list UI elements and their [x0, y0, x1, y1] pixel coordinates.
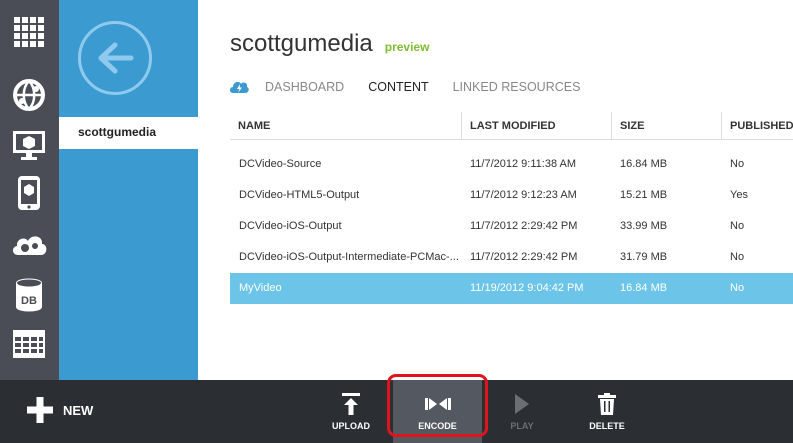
cell-last-modified: 11/7/2012 9:11:38 AM — [470, 158, 577, 170]
cell-published: No — [730, 158, 745, 170]
cell-last-modified: 11/7/2012 2:29:42 PM — [470, 251, 578, 263]
encode-button-label: ENCODE — [418, 421, 457, 431]
column-header-published[interactable]: PUBLISHED — [721, 112, 793, 139]
page-title: scottgumedia — [230, 30, 373, 57]
preview-badge: preview — [384, 40, 430, 54]
content-table: NAME LAST MODIFIED SIZE PUBLISHED DCVide… — [230, 112, 793, 304]
websites-globe-icon[interactable] — [10, 76, 48, 114]
arrow-left-icon — [98, 42, 134, 74]
sql-databases-icon[interactable]: DB — [10, 276, 48, 314]
cell-name: DCVideo-iOS-Output — [239, 220, 342, 232]
play-button-label: PLAY — [510, 421, 534, 431]
upload-arrow-icon — [342, 393, 360, 415]
nav-item-selected[interactable]: scottgumedia — [59, 117, 198, 149]
cell-published: No — [730, 251, 745, 263]
quickstart-cloud-icon[interactable] — [229, 79, 249, 95]
tab-bar: DASHBOARD CONTENT LINKED RESOURCES — [229, 77, 604, 97]
cell-published: No — [730, 220, 745, 232]
play-icon — [515, 394, 529, 414]
command-bar: NEW UPLOAD ENCODE PLAY DELETE — [0, 380, 793, 443]
table-row[interactable]: DCVideo-HTML5-Output 11/7/2012 9:12:23 A… — [230, 180, 793, 211]
table-row-selected[interactable]: MyVideo 11/19/2012 9:04:42 PM 16.84 MB N… — [230, 273, 793, 304]
cloud-services-gears-icon[interactable] — [10, 224, 48, 262]
all-items-grid-icon[interactable] — [10, 13, 48, 51]
db-label: DB — [21, 295, 37, 307]
storage-table-icon[interactable] — [10, 325, 48, 363]
cell-name: DCVideo-iOS-Output-Intermediate-PCMac-..… — [239, 251, 459, 263]
tab-linked-resources[interactable]: LINKED RESOURCES — [453, 80, 581, 94]
main-content: scottgumedia preview DASHBOARD CONTENT L… — [198, 0, 793, 380]
plus-icon — [27, 397, 53, 423]
tab-content[interactable]: CONTENT — [368, 80, 428, 94]
cell-name: DCVideo-HTML5-Output — [239, 189, 360, 201]
delete-button[interactable]: DELETE — [586, 380, 628, 443]
virtual-machines-monitor-icon[interactable] — [10, 126, 48, 164]
column-header-name[interactable]: NAME — [230, 112, 461, 139]
cell-last-modified: 11/7/2012 2:29:42 PM — [470, 220, 578, 232]
upload-button-label: UPLOAD — [332, 421, 370, 431]
left-icon-rail: DB — [0, 0, 59, 380]
tab-dashboard[interactable]: DASHBOARD — [265, 80, 344, 94]
upload-button[interactable]: UPLOAD — [326, 380, 376, 443]
cell-size: 16.84 MB — [620, 282, 668, 294]
cell-published: Yes — [730, 189, 748, 201]
cell-size: 15.21 MB — [620, 189, 668, 201]
table-row[interactable]: DCVideo-Source 11/7/2012 9:11:38 AM 16.8… — [230, 149, 793, 180]
cell-name: MyVideo — [239, 282, 282, 294]
cell-size: 16.84 MB — [620, 158, 668, 170]
navigation-panel: scottgumedia — [59, 0, 198, 380]
cell-last-modified: 11/7/2012 9:12:23 AM — [470, 189, 577, 201]
table-row[interactable]: DCVideo-iOS-Output 11/7/2012 2:29:42 PM … — [230, 211, 793, 242]
encode-icon — [424, 398, 451, 410]
table-row[interactable]: DCVideo-iOS-Output-Intermediate-PCMac-..… — [230, 242, 793, 273]
cell-name: DCVideo-Source — [239, 158, 322, 170]
cell-published: No — [730, 282, 745, 294]
back-button[interactable] — [78, 21, 152, 95]
title-row: scottgumedia preview — [230, 30, 429, 58]
play-button[interactable]: PLAY — [502, 380, 542, 443]
cell-last-modified: 11/19/2012 9:04:42 PM — [470, 282, 584, 294]
new-button-label: NEW — [63, 402, 94, 418]
column-header-size[interactable]: SIZE — [611, 112, 721, 139]
cell-size: 31.79 MB — [620, 251, 668, 263]
encode-button[interactable]: ENCODE — [393, 380, 482, 443]
delete-button-label: DELETE — [589, 421, 625, 431]
cell-size: 33.99 MB — [620, 220, 668, 232]
table-body: DCVideo-Source 11/7/2012 9:11:38 AM 16.8… — [230, 149, 793, 304]
table-header: NAME LAST MODIFIED SIZE PUBLISHED — [230, 112, 793, 140]
column-header-last-modified[interactable]: LAST MODIFIED — [461, 112, 611, 139]
mobile-services-phone-icon[interactable] — [10, 174, 48, 212]
new-button[interactable]: NEW — [27, 397, 93, 423]
trash-icon — [598, 393, 616, 415]
